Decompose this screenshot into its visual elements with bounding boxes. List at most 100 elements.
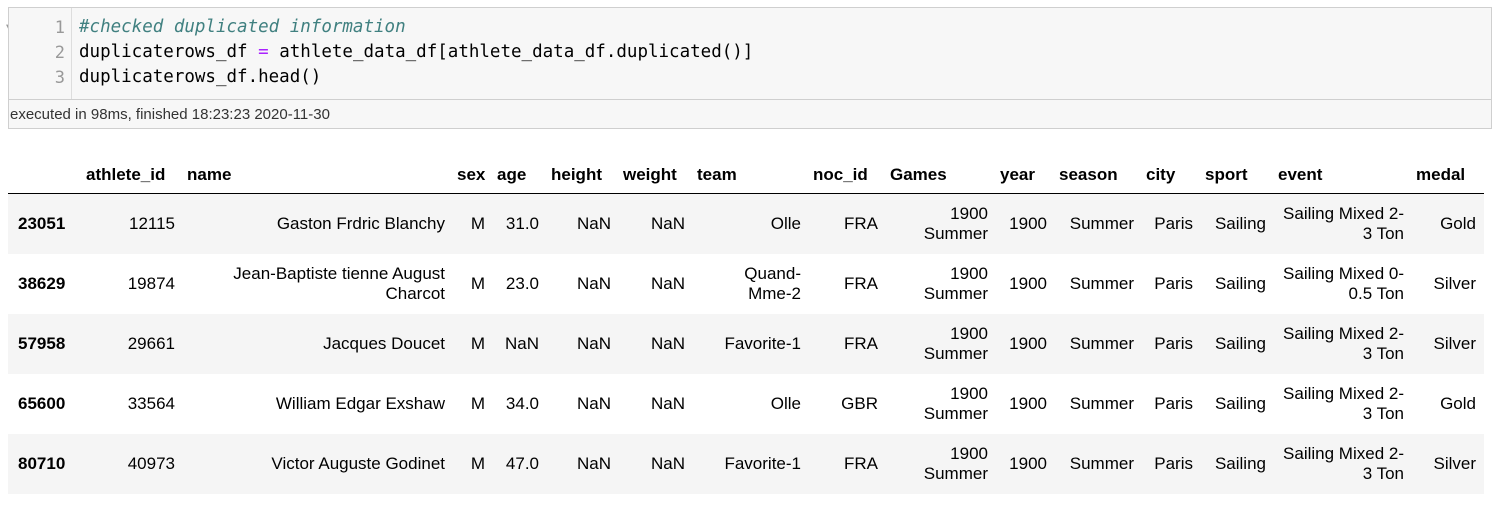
table-cell: 31.0 (505, 214, 539, 233)
code-variable: duplicaterows_df (79, 42, 248, 62)
column-header: sex (453, 155, 493, 194)
table-cell: Paris (1154, 454, 1193, 473)
row-index: 57958 (18, 334, 66, 353)
table-cell: Silver (1433, 454, 1476, 473)
table-cell: 40973 (127, 454, 175, 473)
table-cell: Paris (1154, 214, 1193, 233)
table-cell: William Edgar Exshaw (275, 394, 445, 413)
table-cell: 1900 Summer (923, 384, 988, 423)
table-cell: M (470, 454, 485, 473)
table-cell: Summer (1069, 454, 1134, 473)
table-cell: Gold (1440, 394, 1476, 413)
table-cell: Sailing Mixed 0-0.5 Ton (1283, 264, 1404, 303)
column-header: city (1142, 155, 1201, 194)
code-operator: = (258, 42, 269, 62)
code-line-head: duplicaterows_df.head() (79, 67, 322, 87)
table-cell: NaN (650, 454, 685, 473)
table-cell: Olle (770, 394, 801, 413)
table-cell: 23.0 (505, 274, 539, 293)
column-header: season (1055, 155, 1142, 194)
column-header: year (996, 155, 1055, 194)
table-cell: NaN (576, 454, 611, 473)
table-cell: Gold (1440, 214, 1476, 233)
table-row: 23051 12115 Gaston Frdric Blanchy M 31.0 NaN N… (8, 193, 1484, 254)
table-row: 38629 19874 Jean-Baptiste tienne August Ch… (8, 254, 1484, 314)
table-cell: Sailing Mixed 2-3 Ton (1283, 444, 1404, 483)
table-cell: Favorite-1 (724, 454, 801, 473)
table-cell: FRA (844, 454, 878, 473)
table-row: 65600 33564 William Edgar Exshaw M 34.0 NaN Na… (8, 374, 1484, 434)
table-cell: Gaston Frdric Blanchy (276, 214, 445, 233)
table-cell: Silver (1433, 334, 1476, 353)
table-cell: Victor Auguste Godinet (271, 454, 445, 473)
column-header: weight (619, 155, 693, 194)
table-cell: Summer (1069, 334, 1134, 353)
table-cell: Sailing (1214, 334, 1266, 353)
execution-status-bar: executed in 98ms, finished 18:23:23 2020… (8, 99, 1492, 129)
table-cell: Silver (1433, 274, 1476, 293)
table-cell: 1900 (1009, 454, 1047, 473)
table-cell: 33564 (127, 394, 175, 413)
column-header: age (493, 155, 547, 194)
table-cell: 47.0 (505, 454, 539, 473)
table-cell: Sailing Mixed 2-3 Ton (1283, 324, 1404, 363)
table-cell: Summer (1069, 394, 1134, 413)
table-cell: 1900 (1009, 334, 1047, 353)
table-cell: M (470, 334, 485, 353)
line-number: 3 (54, 68, 65, 88)
table-cell: Paris (1154, 274, 1193, 293)
table-cell: NaN (650, 334, 685, 353)
column-header: athlete_id (82, 155, 183, 194)
table-cell: M (470, 214, 485, 233)
table-cell: M (470, 274, 485, 293)
code-cell[interactable]: ▼ 1 2 3 #checked duplicated information … (6, 7, 1492, 129)
line-number: 2 (54, 43, 65, 63)
table-row: 80710 40973 Victor Auguste Godinet M 47.0 NaN… (8, 434, 1484, 494)
column-header: medal (1412, 155, 1484, 194)
table-cell: NaN (650, 274, 685, 293)
table-cell: Jean-Baptiste tienne August Charcot (233, 264, 445, 303)
table-cell: NaN (576, 394, 611, 413)
row-index: 38629 (18, 274, 66, 293)
code-editor[interactable]: 1 2 3 #checked duplicated information du… (8, 7, 1492, 99)
row-index: 65600 (18, 394, 66, 413)
table-header-row: athlete_id name sex age height weight te… (8, 155, 1484, 194)
code-expression: athlete_data_df[athlete_data_df.duplicat… (279, 42, 754, 62)
table-cell: 1900 Summer (923, 444, 988, 483)
column-header: sport (1201, 155, 1274, 194)
code-line-assignment: duplicaterows_df = athlete_data_df[athle… (79, 42, 753, 62)
table-cell: 1900 (1009, 394, 1047, 413)
column-header: event (1274, 155, 1412, 194)
table-cell: Summer (1069, 214, 1134, 233)
table-cell: Summer (1069, 274, 1134, 293)
table-cell: NaN (576, 274, 611, 293)
table-cell: 19874 (127, 274, 175, 293)
line-number: 1 (54, 18, 65, 38)
table-cell: Favorite-1 (724, 334, 801, 353)
code-line-comment: #checked duplicated information (79, 17, 406, 37)
table-cell: Sailing (1214, 454, 1266, 473)
execution-status-text: executed in 98ms, finished 18:23:23 2020… (10, 106, 330, 123)
table-cell: FRA (844, 214, 878, 233)
table-cell: FRA (844, 334, 878, 353)
table-cell: 12115 (128, 214, 175, 233)
table-cell: M (470, 394, 485, 413)
table-cell: 34.0 (505, 394, 539, 413)
row-index: 23051 (18, 214, 66, 233)
column-header: name (183, 155, 453, 194)
table-cell: NaN (650, 394, 685, 413)
column-header: noc_id (809, 155, 886, 194)
table-cell: Sailing (1214, 214, 1266, 233)
column-header (8, 155, 82, 194)
table-cell: 1900 (1009, 214, 1047, 233)
table-cell: Paris (1154, 334, 1193, 353)
column-header: Games (886, 155, 996, 194)
table-cell: NaN (650, 214, 685, 233)
table-cell: Sailing (1214, 274, 1266, 293)
table-cell: 1900 Summer (923, 204, 988, 243)
column-header: team (693, 155, 809, 194)
table-cell: Paris (1154, 394, 1193, 413)
row-index: 80710 (18, 454, 66, 473)
dataframe-output: athlete_id name sex age height weight te… (8, 155, 1484, 494)
table-cell: FRA (844, 274, 878, 293)
